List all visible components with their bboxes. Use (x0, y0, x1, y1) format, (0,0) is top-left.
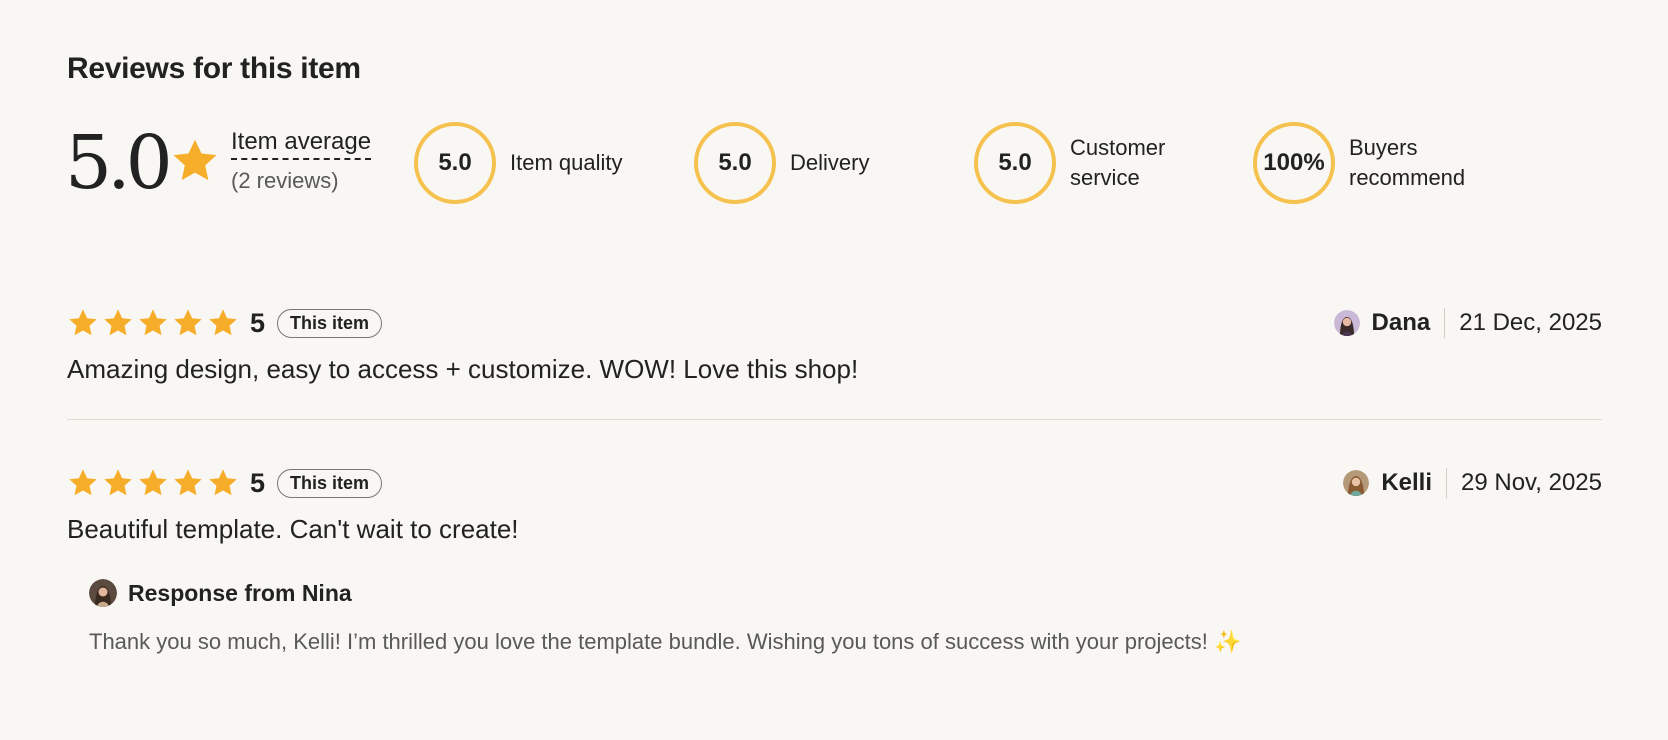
star-icon (104, 469, 132, 496)
star-rating: 5 This item (67, 466, 383, 500)
review-date: 29 Nov, 2025 (1461, 469, 1602, 496)
response-header: Response from Nina (89, 579, 1241, 607)
metric-ring: 100% (1253, 122, 1335, 204)
item-average-link[interactable]: Item average (231, 128, 372, 160)
metric-label: Item quality (510, 150, 623, 175)
metric-delivery: 5.0 Delivery (694, 122, 940, 204)
metric-label: Delivery (790, 150, 870, 175)
review-text: Amazing design, easy to access + customi… (67, 354, 859, 384)
metric-buyers-recommend: 100% Buyers recommend (1253, 122, 1479, 204)
section-title: Reviews for this item (67, 52, 361, 85)
this-item-badge[interactable]: This item (277, 468, 383, 498)
metric-ring: 5.0 (414, 122, 496, 204)
review-date: 21 Dec, 2025 (1459, 309, 1602, 336)
star-icon (174, 469, 202, 496)
response-text: Thank you so much, Kelli! I’m thrilled y… (89, 629, 1242, 654)
star-icon (69, 309, 97, 336)
review-text: Beautiful template. Can't wait to create… (67, 514, 519, 544)
average-rating-value: 5.0 (65, 120, 173, 206)
response-title: Response from Nina (128, 579, 352, 606)
metric-label: Customer service (1070, 135, 1166, 190)
review-author: Kelli 29 Nov, 2025 (1343, 466, 1602, 500)
seller-response: Response from Nina Thank you so much, Ke… (89, 579, 1241, 655)
rating-number: 5 (250, 307, 266, 338)
star-icon (209, 469, 237, 496)
avatar-icon[interactable] (1343, 470, 1370, 496)
star-icon (139, 469, 167, 496)
star-icon (139, 309, 167, 336)
review-divider (67, 419, 1602, 420)
metric-item-quality: 5.0 Item quality (414, 122, 660, 204)
metric-label: Buyers recommend (1349, 135, 1466, 190)
avatar-icon[interactable] (89, 579, 117, 607)
star-rating: 5 This item (67, 306, 383, 340)
star-icon (209, 309, 237, 336)
rating-number: 5 (250, 467, 266, 498)
review-count: (2 reviews) (231, 168, 339, 193)
star-icon (69, 469, 97, 496)
author-name[interactable]: Kelli (1381, 469, 1432, 497)
metric-customer-service: 5.0 Customer service (974, 122, 1180, 204)
divider (1446, 468, 1447, 498)
avatar-icon[interactable] (1333, 310, 1360, 336)
metric-ring: 5.0 (694, 122, 776, 204)
this-item-badge[interactable]: This item (277, 308, 383, 338)
metric-ring: 5.0 (974, 122, 1056, 204)
reviews-section: Reviews for this item 5.0 Item average (… (0, 0, 1668, 740)
star-icon (104, 309, 132, 336)
review-author: Dana 21 Dec, 2025 (1333, 306, 1602, 340)
divider (1444, 308, 1446, 338)
author-name[interactable]: Dana (1372, 309, 1431, 337)
star-icon (174, 309, 202, 336)
star-icon (173, 139, 217, 181)
